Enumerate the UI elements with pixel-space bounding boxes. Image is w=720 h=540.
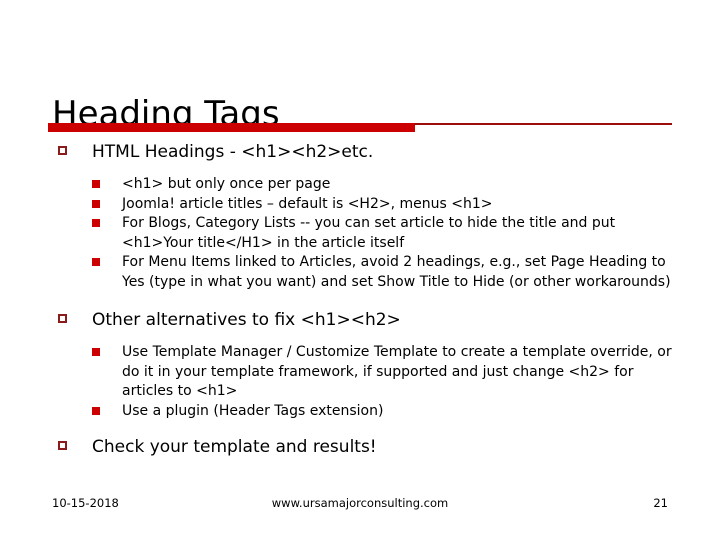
filled-square-bullet-icon [92, 199, 100, 208]
slide-body: HTML Headings - <h1><h2>etc. <h1> but on… [0, 141, 720, 463]
divider-thick-bar [48, 123, 415, 132]
filled-square-bullet-icon [92, 219, 100, 227]
list-item-text: For Blogs, Category Lists -- you can set… [122, 215, 616, 231]
list-item: Use a plugin (Header Tags extension) [0, 402, 720, 422]
filled-square-bullet-icon [92, 406, 100, 415]
footer-page-number: 21 [653, 496, 668, 510]
hollow-square-bullet-icon [58, 146, 67, 155]
list-item-continuation-text: <h1>Your title</H1> in the article itsel… [122, 234, 405, 251]
slide: Heading Tags HTML Headings - <h1><h2>etc… [0, 0, 720, 540]
list-item: For Menu Items linked to Articles, avoid… [0, 253, 720, 292]
list-item: For Blogs, Category Lists -- you can set… [0, 214, 720, 253]
list-item: <h1> but only once per page [0, 175, 720, 195]
hollow-square-bullet-icon [58, 441, 67, 450]
divider-thin-line [415, 123, 672, 125]
filled-square-bullet-icon [92, 348, 100, 356]
hollow-square-bullet-icon [58, 314, 67, 323]
list-item-text: HTML Headings - <h1><h2>etc. [92, 142, 374, 162]
filled-square-bullet-icon [92, 180, 100, 188]
list-item-text: <h1> but only once per page [122, 176, 331, 192]
slide-footer: 10-15-2018 www.ursamajorconsulting.com 2… [0, 494, 720, 512]
list-item-text: Joomla! article titles – default is <H2>… [122, 195, 493, 212]
list-item-text: Use a plugin (Header Tags extension) [122, 402, 384, 419]
title-divider [48, 123, 672, 133]
list-item: Check your template and results! [0, 436, 720, 459]
list-item-text: Other alternatives to fix <h1><h2> [92, 310, 401, 330]
list-item-text: Use Template Manager / Customize Templat… [122, 344, 672, 399]
list-item: Joomla! article titles – default is <H2>… [0, 195, 720, 215]
footer-url: www.ursamajorconsulting.com [271, 496, 449, 510]
list-item: HTML Headings - <h1><h2>etc. [0, 141, 720, 164]
list-item: Other alternatives to fix <h1><h2> [0, 309, 720, 332]
filled-square-bullet-icon [92, 258, 100, 266]
list-item: Use Template Manager / Customize Templat… [0, 343, 720, 402]
list-item-text: For Menu Items linked to Articles, avoid… [122, 254, 671, 290]
list-item-text: Check your template and results! [92, 437, 377, 457]
